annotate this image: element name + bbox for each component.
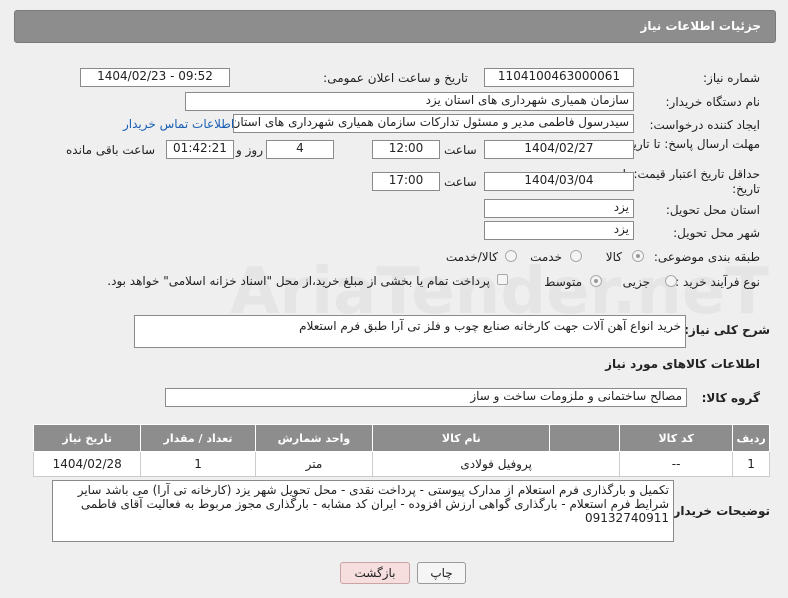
page-header: جزئیات اطلاعات نیاز [14,10,776,43]
goods-group-field: مصالح ساختمانی و ملزومات ساخت و ساز [165,388,687,407]
process-medium-radio[interactable] [590,275,602,287]
creator-label: ایجاد کننده درخواست: [649,118,760,132]
category-service-radio[interactable] [570,250,582,262]
summary-label: شرح کلی نیاز: [684,323,770,337]
reply-time-label: ساعت [444,143,477,157]
price-time-field: 17:00 [372,172,440,191]
buyer-contact-link[interactable]: اطلاعات تماس خریدار [123,117,234,131]
city-field: یزد [484,221,634,240]
process-medium-label: متوسط [544,275,582,289]
process-label: نوع فرآیند خرید : [675,275,760,289]
announce-label: تاریخ و ساعت اعلان عمومی: [323,71,468,85]
category-goods-radio[interactable] [632,250,644,262]
col-need-date: تاریخ نیاز [32,424,142,452]
buyer-notes-label: توضیحات خریدار: [668,504,770,518]
goods-info-title: اطلاعات کالاهای مورد نیاز [605,357,760,371]
col-unit: واحد شمارش [254,424,374,452]
back-button[interactable]: بازگشت [340,562,410,584]
reply-deadline-label: مهلت ارسال پاسخ: تا تاریخ: [621,137,760,151]
province-label: استان محل تحویل: [665,203,760,217]
creator-field: سیدرسول فاطمی مدیر و مسئول تدارکات سازما… [233,114,634,133]
reply-date-field: 1404/02/27 [484,140,634,159]
col-spacer [549,424,621,452]
cell-quantity: 1 [140,451,256,477]
goods-table: تاریخ نیاز تعداد / مقدار واحد شمارش نام … [32,424,770,477]
process-minor-label: جزیی [622,275,650,289]
reply-time-field: 12:00 [372,140,440,159]
province-field: یزد [484,199,634,218]
table-row: 1404/02/28 1 متر پروفیل فولادی -- 1 [32,451,770,477]
city-label: شهر محل تحویل: [673,226,760,240]
cell-unit: متر [254,451,374,477]
treasury-payment-checkbox[interactable] [497,274,508,285]
cell-row: 1 [732,451,770,477]
cell-item-name: پروفیل فولادی [372,451,621,477]
need-number-label: شماره نیاز: [703,71,760,85]
buyer-org-label: نام دستگاه خریدار: [665,95,761,109]
buyer-notes-field: تکمیل و بارگذاری فرم استعلام از مدارک پی… [52,480,674,542]
cell-item-code: -- [619,451,734,477]
goods-group-label: گروه کالا: [701,391,760,405]
category-label: طبقه بندی موضوعی: [653,250,760,264]
days-field: 4 [266,140,334,159]
price-date-field: 1404/03/04 [484,172,634,191]
col-item-code: کد کالا [619,424,734,452]
buyer-org-field: سازمان همیاری شهرداری های استان یزد [185,92,634,111]
treasury-payment-note: پرداخت تمام یا بخشی از مبلغ خرید،از محل … [107,274,490,288]
price-time-label: ساعت [444,175,477,189]
announce-field: 1404/02/23 - 09:52 [80,68,230,87]
days-label: روز و [236,143,263,157]
price-deadline-label: حداقل تاریخ اعتبار قیمت: تا تاریخ: [622,167,760,196]
need-number-field: 1104100463000061 [484,68,634,87]
col-row: ردیف [732,424,770,452]
remaining-time-label: ساعت باقی مانده [66,143,156,157]
remaining-time-field: 01:42:21 [166,140,234,159]
page-title: جزئیات اطلاعات نیاز [640,19,761,33]
cell-need-date: 1404/02/28 [32,451,142,477]
category-both-label: کالا/خدمت [445,250,498,264]
category-both-radio[interactable] [505,250,517,262]
print-button[interactable]: چاپ [417,562,466,584]
category-goods-label: کالا [605,250,622,264]
col-quantity: تعداد / مقدار [140,424,256,452]
summary-field: خرید انواع آهن آلات جهت کارخانه صنایع چو… [134,315,686,348]
col-item-name: نام کالا [372,424,551,452]
process-minor-radio[interactable] [665,275,677,287]
category-service-label: خدمت [530,250,562,264]
